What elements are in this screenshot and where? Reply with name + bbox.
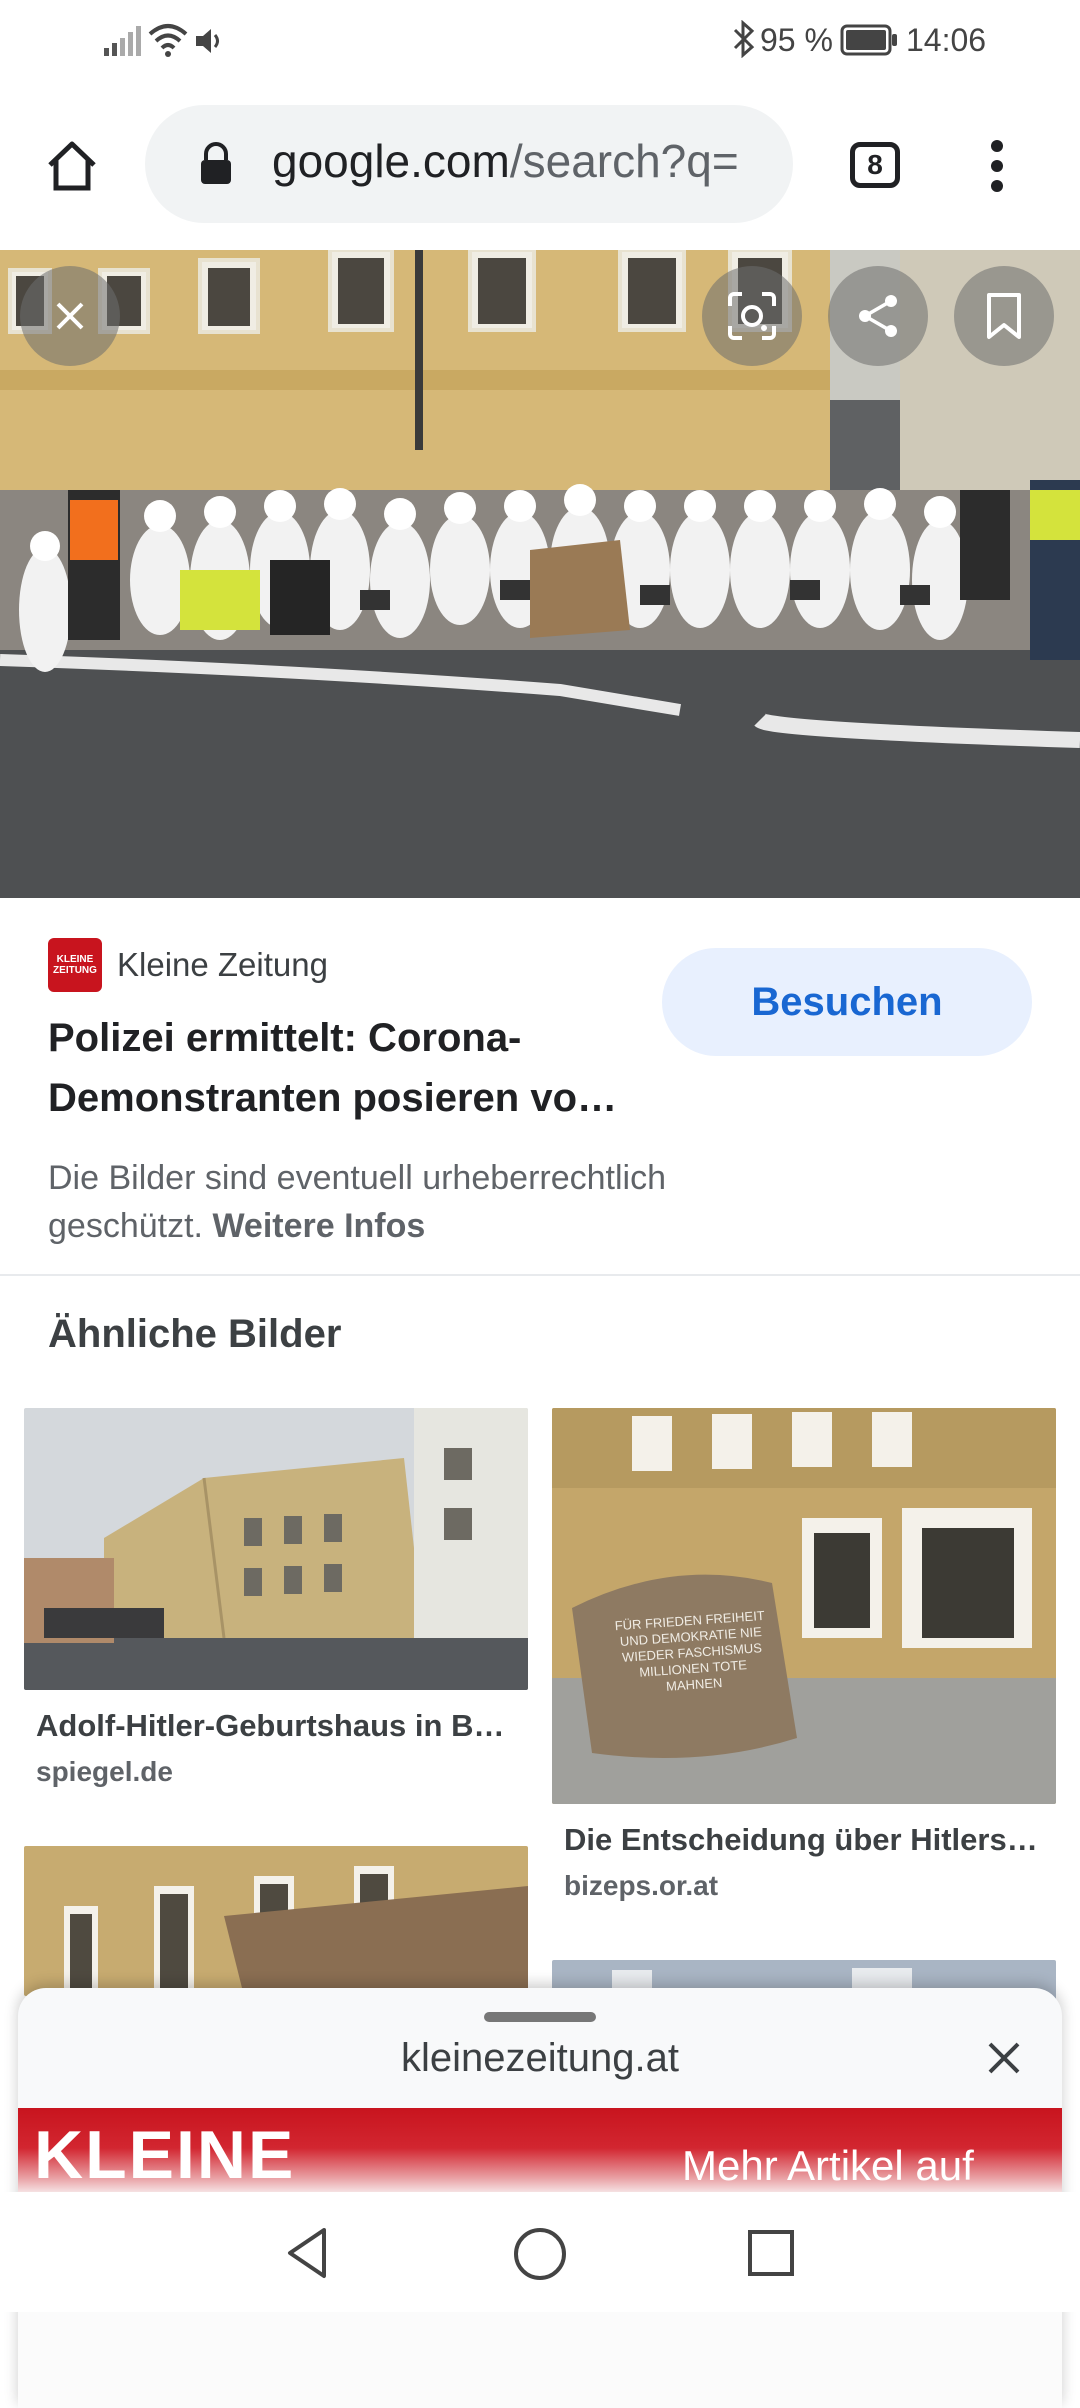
similar-image-1-source: spiegel.de	[36, 1756, 173, 1787]
lens-icon	[728, 292, 776, 340]
similar-image-1[interactable]	[24, 1408, 528, 1690]
source-name[interactable]: Kleine Zeitung	[117, 946, 328, 984]
lens-button[interactable]	[702, 266, 802, 366]
signal-icon	[104, 26, 141, 56]
tab-switcher-button[interactable]: 8	[850, 142, 900, 188]
similar-image-2-title[interactable]: Die Entscheidung über Hitlers…	[564, 1822, 1054, 1858]
house-photo	[24, 1408, 528, 1690]
result-headline[interactable]: Polizei ermittelt: Corona-Demonstranten …	[48, 1008, 648, 1128]
home-icon[interactable]	[44, 138, 100, 194]
memorial-stone-photo	[552, 1408, 1056, 1804]
protest-photo	[0, 250, 1080, 898]
home-circle-icon[interactable]	[512, 2226, 568, 2282]
similar-image-3[interactable]	[24, 1846, 528, 1996]
similar-image-2[interactable]: FÜR FRIEDEN FREIHEIT UND DEMOKRATIE NIE …	[552, 1408, 1056, 1804]
clock: 14:06	[906, 22, 987, 58]
share-icon	[859, 295, 897, 337]
recents-icon[interactable]	[746, 2228, 796, 2278]
more-info-link[interactable]: Weitere Infos	[212, 1207, 425, 1245]
sheet-drag-handle[interactable]	[484, 2012, 596, 2022]
divider	[0, 1274, 1080, 1276]
status-bar: 95 % 14:06	[0, 0, 1080, 80]
close-icon	[56, 302, 84, 330]
facade-photo	[24, 1846, 528, 1996]
more-vert-icon[interactable]	[986, 138, 1008, 194]
battery-icon	[840, 24, 897, 56]
similar-image-1-title[interactable]: Adolf-Hitler-Geburtshaus in B…	[36, 1708, 526, 1744]
copyright-notice: Die Bilder sind eventuell urheberrechtli…	[48, 1154, 808, 1250]
banner-more-articles[interactable]: Mehr Artikel auf	[682, 2142, 974, 2190]
close-icon[interactable]	[984, 2038, 1024, 2078]
bluetooth-icon	[733, 20, 755, 58]
result-image[interactable]	[0, 250, 1080, 898]
volume-icon	[196, 29, 219, 53]
similar-image-2-source: bizeps.or.at	[564, 1870, 719, 1901]
similar-images-heading: Ähnliche Bilder	[48, 1312, 342, 1356]
stone-inscription: FÜR FRIEDEN FREIHEIT UND DEMOKRATIE NIE …	[614, 1607, 766, 1694]
back-icon[interactable]	[284, 2226, 332, 2280]
wifi-icon	[148, 24, 188, 57]
banner-brand: KLEINE	[34, 2117, 296, 2193]
lock-icon	[201, 142, 231, 184]
bookmark-button[interactable]	[954, 266, 1054, 366]
battery-percent: 95 %	[760, 22, 833, 58]
source-logo: KLEINE ZEITUNG	[48, 938, 102, 992]
sheet-domain: kleinezeitung.at	[401, 2036, 679, 2080]
share-button[interactable]	[828, 266, 928, 366]
close-image-button[interactable]	[20, 266, 120, 366]
system-nav-bar	[0, 2192, 1080, 2312]
url-text[interactable]: google.com/search?q=	[272, 134, 772, 188]
visit-button[interactable]: Besuchen	[662, 948, 1032, 1056]
bookmark-icon	[987, 293, 1021, 339]
